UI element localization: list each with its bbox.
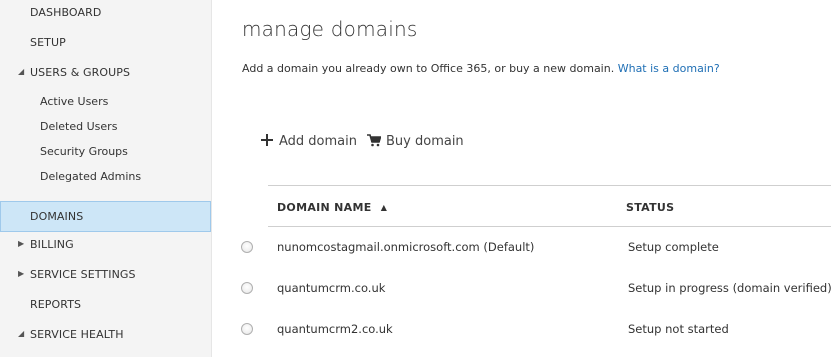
- caret-down-icon[interactable]: ◢: [18, 329, 24, 338]
- caret-right-icon[interactable]: ▶: [18, 239, 24, 248]
- plus-icon: [261, 134, 273, 146]
- add-domain-button[interactable]: Add domain: [260, 133, 357, 149]
- domain-name-column-header[interactable]: DOMAIN NAME ▲: [277, 201, 387, 214]
- nav-dashboard[interactable]: DASHBOARD: [0, 6, 211, 22]
- nav-billing-label: BILLING: [30, 238, 74, 251]
- nav-domains-label: DOMAINS: [30, 210, 84, 223]
- nav-service-health-label: SERVICE HEALTH: [30, 328, 124, 341]
- nav-users-groups-label: USERS & GROUPS: [30, 66, 131, 79]
- table-row[interactable]: nunomcostagmail.onmicrosoft.com (Default…: [238, 227, 831, 268]
- nav-delegated-admins[interactable]: Delegated Admins: [40, 170, 141, 183]
- nav-service-health[interactable]: ◢ SERVICE HEALTH: [0, 328, 211, 344]
- add-domain-label: Add domain: [279, 134, 357, 149]
- table-header: DOMAIN NAME ▲ STATUS: [268, 185, 831, 227]
- nav-reports[interactable]: REPORTS: [0, 298, 211, 314]
- nav-service-settings[interactable]: ▶ SERVICE SETTINGS: [0, 268, 211, 284]
- what-is-domain-link[interactable]: What is a domain?: [618, 62, 720, 75]
- status-cell: Setup in progress (domain verified): [628, 281, 831, 295]
- nav-reports-label: REPORTS: [30, 298, 82, 311]
- sidebar: DASHBOARD SETUP ◢ USERS & GROUPS Active …: [0, 0, 212, 357]
- description-text: Add a domain you already own to Office 3…: [242, 62, 615, 75]
- domain-name-header-label: DOMAIN NAME: [277, 201, 372, 214]
- nav-deleted-users[interactable]: Deleted Users: [40, 120, 117, 133]
- nav-security-groups[interactable]: Security Groups: [40, 145, 128, 158]
- table-row[interactable]: quantumcrm.co.uk Setup in progress (doma…: [238, 268, 831, 309]
- status-column-header[interactable]: STATUS: [626, 201, 674, 214]
- caret-down-icon[interactable]: ◢: [18, 67, 24, 76]
- caret-right-icon[interactable]: ▶: [18, 269, 24, 278]
- nav-dashboard-label: DASHBOARD: [30, 6, 102, 19]
- table-row[interactable]: quantumcrm2.co.uk Setup not started: [238, 309, 831, 350]
- nav-service-settings-label: SERVICE SETTINGS: [30, 268, 136, 281]
- status-cell: Setup not started: [628, 322, 729, 336]
- nav-active-users[interactable]: Active Users: [40, 95, 108, 108]
- nav-domains[interactable]: DOMAINS: [0, 201, 211, 232]
- domain-cell: quantumcrm2.co.uk: [277, 322, 393, 336]
- main-content: manage domains Add a domain you already …: [213, 0, 831, 357]
- nav-users-groups[interactable]: ◢ USERS & GROUPS: [0, 66, 211, 82]
- cart-icon: [367, 134, 381, 147]
- buy-domain-button[interactable]: Buy domain: [367, 133, 464, 149]
- domain-cell: nunomcostagmail.onmicrosoft.com (Default…: [277, 240, 535, 254]
- page-description: Add a domain you already own to Office 3…: [242, 62, 720, 75]
- domain-cell: quantumcrm.co.uk: [277, 281, 386, 295]
- row-select-radio[interactable]: [241, 323, 253, 335]
- nav-setup[interactable]: SETUP: [0, 36, 211, 52]
- buy-domain-label: Buy domain: [386, 134, 464, 149]
- sort-ascending-icon: ▲: [380, 203, 388, 212]
- row-select-radio[interactable]: [241, 241, 253, 253]
- status-cell: Setup complete: [628, 240, 719, 254]
- row-select-radio[interactable]: [241, 282, 253, 294]
- nav-billing[interactable]: ▶ BILLING: [0, 238, 211, 254]
- nav-setup-label: SETUP: [30, 36, 66, 49]
- page-title: manage domains: [242, 17, 418, 41]
